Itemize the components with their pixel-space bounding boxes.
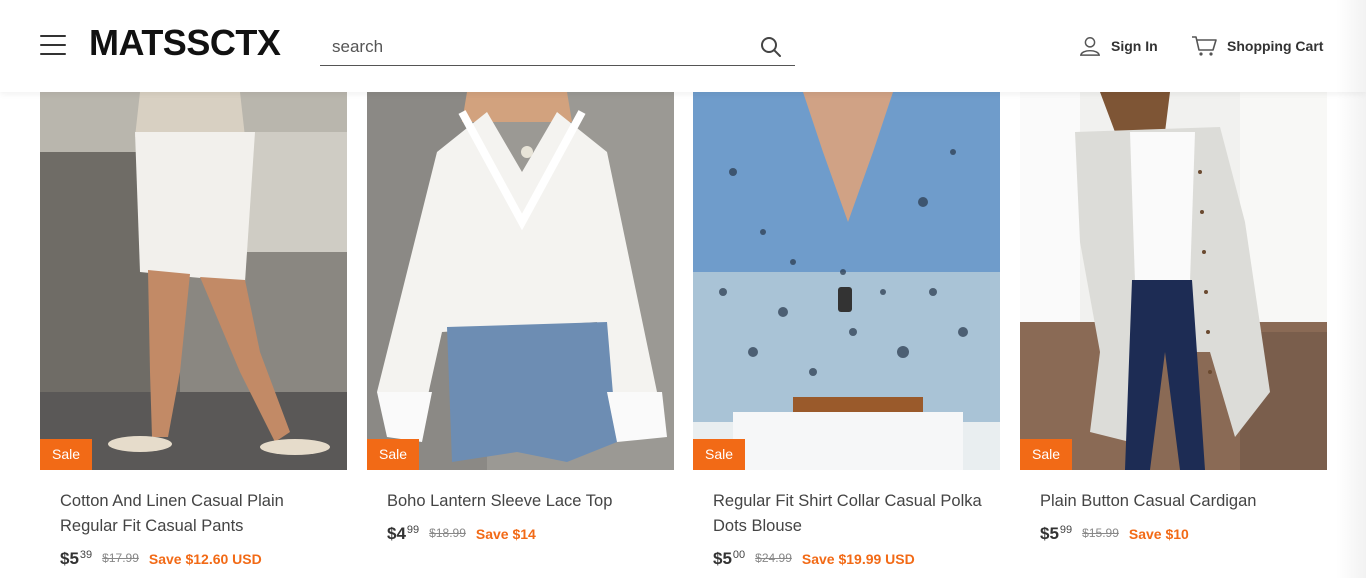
price-current: $599 (1040, 524, 1073, 543)
product-title[interactable]: Boho Lantern Sleeve Lace Top (387, 489, 657, 514)
sale-badge: Sale (1020, 439, 1073, 470)
price-row: $500 $24.99 Save $19.99 USD (713, 549, 915, 569)
price-original: $24.99 (755, 551, 792, 565)
price-save: Save $19.99 USD (801, 551, 915, 567)
shopping-cart-label: Shopping Cart (1227, 38, 1324, 54)
price-save: Save $12.60 USD (148, 551, 262, 567)
product-photo-polka-blouse (693, 92, 1000, 470)
sign-in-label: Sign In (1111, 38, 1158, 54)
product-title[interactable]: Regular Fit Shirt Collar Casual Polka Do… (713, 489, 983, 539)
sign-in-link[interactable]: Sign In (1079, 33, 1158, 59)
page-edge-shadow (1336, 0, 1366, 578)
product-image[interactable]: Sale (40, 92, 347, 470)
price-original: $17.99 (102, 551, 139, 565)
price-save: Save $14 (475, 526, 536, 542)
shopping-cart-link[interactable]: Shopping Cart (1191, 33, 1323, 59)
price-current: $499 (387, 524, 420, 543)
site-logo[interactable]: MATSSCTX (89, 22, 281, 64)
product-photo-pants (40, 92, 347, 470)
hamburger-menu-icon[interactable] (40, 35, 68, 57)
product-card: Sale Cotton And Linen Casual Plain Regul… (40, 92, 347, 568)
price-row: $599 $15.99 Save $10 (1040, 524, 1189, 544)
price-original: $15.99 (1082, 526, 1119, 540)
product-card: Sale Plain Button Casual Cardigan $599 $… (1020, 92, 1327, 543)
search-icon[interactable] (759, 35, 783, 59)
product-photo-cardigan (1020, 92, 1327, 470)
product-image[interactable]: Sale (367, 92, 674, 470)
price-save: Save $10 (1128, 526, 1189, 542)
product-title[interactable]: Cotton And Linen Casual Plain Regular Fi… (60, 489, 330, 539)
sale-badge: Sale (40, 439, 93, 470)
sale-badge: Sale (693, 439, 746, 470)
product-card: Sale Regular Fit Shirt Collar Casual Pol… (693, 92, 1000, 568)
product-photo-lace-top (367, 92, 674, 470)
price-row: $499 $18.99 Save $14 (387, 524, 536, 544)
product-card: Sale Boho Lantern Sleeve Lace Top $499 $… (367, 92, 674, 543)
user-icon (1079, 37, 1101, 56)
search-bar (320, 28, 795, 66)
site-header: MATSSCTX Sign In Shopping Cart (0, 0, 1366, 92)
product-title[interactable]: Plain Button Casual Cardigan (1040, 489, 1310, 514)
sale-badge: Sale (367, 439, 420, 470)
product-image[interactable]: Sale (1020, 92, 1327, 470)
search-input[interactable] (332, 34, 742, 60)
price-original: $18.99 (429, 526, 466, 540)
price-current: $539 (60, 549, 93, 568)
cart-icon (1192, 36, 1217, 56)
price-current: $500 (713, 549, 746, 568)
product-image[interactable]: Sale (693, 92, 1000, 470)
price-row: $539 $17.99 Save $12.60 USD (60, 549, 262, 569)
